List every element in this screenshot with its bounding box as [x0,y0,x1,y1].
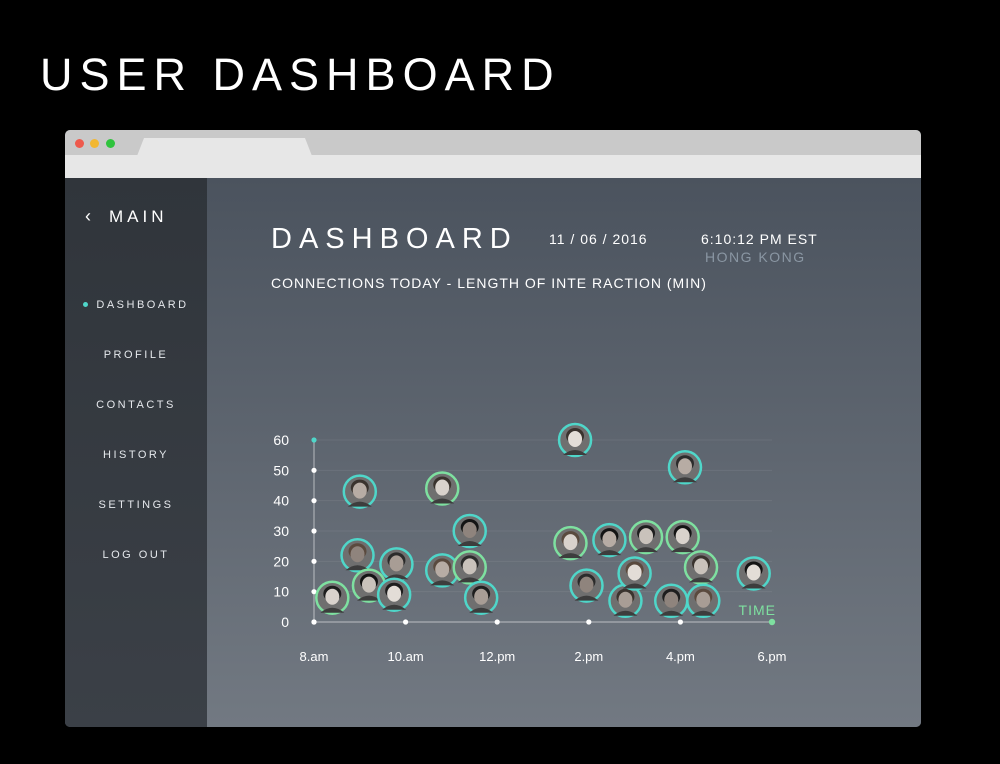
main-content: DASHBOARD 11 / 06 / 2016 6:10:12 PM EST … [207,178,921,727]
x-tick-label-0: 8.am [300,649,329,664]
y-tick-label-6: 60 [273,432,289,448]
x-tick-label-3: 2.pm [574,649,603,664]
avatar-face [627,564,642,581]
avatar-face [435,479,450,496]
sidebar-item-settings[interactable]: SETTINGS [65,499,207,511]
minimize-window-button[interactable] [90,139,99,148]
maximize-window-button[interactable] [106,139,115,148]
browser-tab[interactable] [137,138,312,156]
avatar-marker[interactable] [452,513,487,549]
avatar-face [602,531,617,548]
x-tick-label-2: 12.pm [479,649,515,664]
avatar-face [474,588,489,605]
avatar-marker[interactable] [617,556,652,591]
y-tick-dot-4 [311,498,317,504]
y-tick-label-4: 40 [273,493,289,509]
avatar-marker[interactable] [553,525,588,561]
avatar-face [350,546,365,563]
avatar-face [387,585,402,602]
avatar-marker[interactable] [686,583,721,619]
x-tick-dot-5 [768,618,776,626]
close-window-button[interactable] [75,139,84,148]
sidebar-item-contacts[interactable]: CONTACTS [65,399,207,411]
avatar-face [462,522,477,538]
browser-window: ‹ MAIN DASHBOARD PROFILE CONTACTS HISTORY… [65,130,921,727]
avatar-face [563,534,578,551]
sidebar-item-profile[interactable]: PROFILE [65,349,207,361]
y-tick-dot-3 [311,528,317,534]
avatar-face [618,591,633,608]
y-tick-label-2: 20 [273,553,289,569]
x-tick-dot-0 [311,619,317,625]
avatar-face [675,528,690,545]
avatar-face [746,564,761,581]
avatar-face [694,558,709,575]
x-tick-label-5: 6.pm [758,649,787,664]
avatar-marker[interactable] [379,547,414,582]
sidebar: ‹ MAIN DASHBOARD PROFILE CONTACTS HISTORY… [65,178,207,727]
avatar-marker[interactable] [569,568,604,603]
avatar-face [361,576,376,593]
avatar-marker[interactable] [424,471,460,506]
avatar-face [677,458,692,475]
avatar-marker[interactable] [340,538,375,573]
avatar-marker[interactable] [628,519,664,555]
avatar-face [352,482,367,499]
sidebar-item-log-out[interactable]: LOG OUT [65,549,207,561]
avatar-face [435,561,450,578]
y-tick-label-1: 10 [273,584,289,600]
x-tick-dot-1 [403,619,409,625]
y-tick-dot-6 [311,437,317,443]
browser-chrome [65,130,921,179]
sidebar-item-history[interactable]: HISTORY [65,449,207,461]
avatar-marker[interactable] [653,583,689,619]
avatar-face [568,431,583,447]
x-tick-dot-2 [494,619,500,625]
avatar-marker[interactable] [342,474,378,509]
avatar-marker[interactable] [667,450,703,485]
x-axis-label: TIME [739,602,776,618]
avatar-face [579,576,594,593]
avatar-marker[interactable] [315,580,350,615]
avatar-face [639,528,654,545]
avatar-marker[interactable] [592,522,627,558]
avatar-face [696,591,711,608]
avatar-marker[interactable] [683,550,719,585]
avatar-face [462,558,477,575]
sidebar-header-label: MAIN [109,207,168,226]
y-tick-label-5: 50 [273,462,289,478]
y-tick-label-3: 30 [273,523,289,539]
browser-toolbar [65,155,921,179]
avatar-marker[interactable] [452,550,487,585]
x-tick-label-4: 4.pm [666,649,695,664]
x-tick-dot-4 [677,619,683,625]
page-title: USER DASHBOARD [40,49,561,100]
chevron-left-icon: ‹ [85,206,95,226]
sidebar-back-main[interactable]: ‹ MAIN [85,206,168,227]
avatar-marker[interactable] [557,422,593,458]
connections-scatter-chart: 0 10 20 30 40 50 60 8.am 10.am 12.pm 2.pm 4.pm 6.pm T… [273,422,787,664]
avatar-marker[interactable] [736,556,771,591]
x-tick-label-1: 10.am [388,649,424,664]
y-tick-dot-5 [311,467,317,473]
avatar-face [325,588,340,605]
y-tick-label-0: 0 [281,614,289,630]
avatar-marker[interactable] [665,519,700,555]
x-tick-dot-3 [586,619,592,625]
avatar-face [389,555,404,572]
sidebar-item-dashboard[interactable]: DASHBOARD [65,299,207,311]
avatar-marker[interactable] [463,580,499,615]
avatar-face [664,591,679,608]
avatar-marker[interactable] [376,577,412,612]
y-tick-dot-2 [311,558,317,564]
